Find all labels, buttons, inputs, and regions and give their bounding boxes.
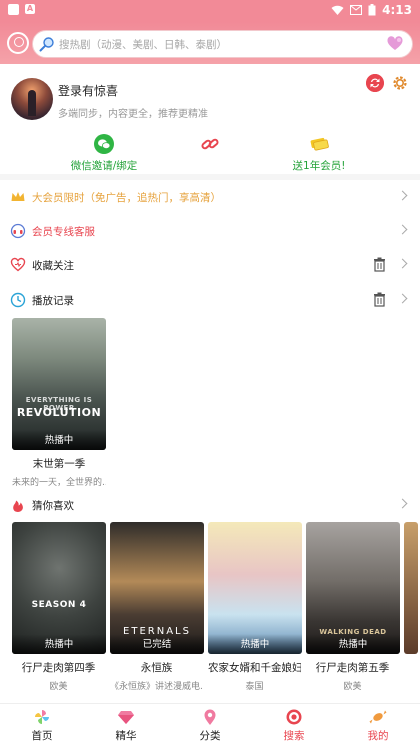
nav-category-label: 分类: [199, 730, 221, 742]
card-title: 永恒族: [140, 662, 173, 674]
vip-promo-row[interactable]: 大会员限时（免广告，追热门，享高清）: [0, 180, 420, 214]
card-subtitle: 泰国: [245, 682, 264, 692]
action-row: 微信邀请/绑定 送1年会员!: [0, 134, 420, 174]
poster-image: 热播中: [208, 522, 302, 654]
trash-icon[interactable]: [373, 292, 386, 307]
crown-icon: [11, 192, 25, 201]
nav-category[interactable]: 分类: [168, 708, 252, 743]
login-title[interactable]: 登录有惊喜: [58, 82, 118, 99]
history-label: 播放记录: [32, 295, 74, 307]
ticket-icon: [310, 137, 329, 151]
wechat-icon: [94, 134, 114, 154]
pin-icon: [204, 709, 216, 725]
recommendation-card[interactable]: 热播中 农家女婿和千金娘妇 泰国: [208, 522, 302, 692]
poster-image: SEASON 4 热播中: [12, 522, 106, 654]
battery-icon: [368, 4, 376, 16]
vip-service-row[interactable]: 会员专线客服: [0, 214, 420, 248]
nav-featured-label: 精华: [115, 730, 137, 742]
target-icon: [286, 709, 302, 725]
search-icon: [39, 37, 54, 52]
guess-label: 猜你喜欢: [32, 500, 74, 512]
recommendation-card[interactable]: WALKING DEAD 热播中 行尸走肉第五季 欧美: [306, 522, 400, 692]
chevron-right-icon: [397, 293, 408, 304]
nav-featured[interactable]: 精华: [84, 708, 168, 743]
card-subtitle: 未来的一天，全世界的...: [12, 478, 106, 488]
card-subtitle: 《永恒族》讲述漫威电...: [110, 682, 203, 692]
vip-promo-label: 大会员限时（免广告，追热门，享高清）: [32, 192, 221, 204]
card-subtitle: 欧美: [49, 682, 68, 692]
vip-gift-label: 送1年会员!: [292, 160, 346, 172]
wechat-invite-label: 微信邀请/绑定: [70, 160, 138, 172]
status-bar: A 4:13: [0, 0, 420, 22]
status-badge: 热播中: [12, 634, 106, 654]
nav-home-label: 首页: [31, 730, 53, 742]
card-title: 农家女婿和千金娘妇: [208, 662, 301, 674]
favorites-row[interactable]: 收藏关注: [0, 248, 420, 282]
candy-icon: [369, 710, 387, 724]
chevron-right-icon: [397, 224, 408, 235]
status-badge: 热播中: [208, 634, 302, 654]
user-avatar-icon[interactable]: [7, 32, 29, 54]
nav-home[interactable]: 首页: [0, 708, 84, 743]
history-item[interactable]: EVERYTHING IS POWER REVOLUTION 热播中 末世第一季…: [12, 318, 106, 488]
search-input[interactable]: 搜热剧（动漫、美剧、日韩、泰剧）: [59, 37, 227, 52]
vip-service-label: 会员专线客服: [32, 226, 95, 238]
clock-icon: [10, 292, 26, 308]
favorites-label: 收藏关注: [32, 260, 74, 272]
bottom-nav: 首页 精华 分类 搜索 我的: [0, 703, 420, 746]
status-badge: 已完结: [110, 634, 204, 654]
poster-image: ETERNALS 已完结: [110, 522, 204, 654]
card-title: 行尸走肉第四季: [21, 662, 96, 674]
link-button[interactable]: [198, 134, 222, 158]
gear-icon[interactable]: [391, 74, 409, 92]
poster-title: REVOLUTION: [16, 406, 102, 419]
nav-mine[interactable]: 我的: [336, 708, 420, 743]
pinwheel-icon: [35, 710, 49, 724]
header: 搜热剧（动漫、美剧、日韩、泰剧）: [0, 22, 420, 64]
gallery-icon: [8, 4, 19, 15]
mail-icon: [350, 5, 363, 15]
nav-mine-label: 我的: [367, 730, 389, 742]
avatar[interactable]: [11, 78, 53, 120]
wechat-invite-button[interactable]: 微信邀请/绑定: [62, 134, 146, 173]
chevron-right-icon: [397, 498, 408, 509]
status-badge: 热播中: [12, 430, 106, 450]
nav-search[interactable]: 搜索: [252, 708, 336, 743]
poster-image: WALKING DEAD 热播中: [306, 522, 400, 654]
history-row[interactable]: 播放记录: [0, 283, 420, 317]
recommendation-card[interactable]: ETERNALS 已完结 永恒族 《永恒族》讲述漫威电...: [110, 522, 204, 692]
profile-card: 登录有惊喜 多端同步，内容更全，推荐更精准 微信邀请/绑定 送1年会员!: [0, 64, 420, 174]
recommendation-card[interactable]: SEASON 4 热播中 行尸走肉第四季 欧美: [12, 522, 106, 692]
guess-row[interactable]: 猜你喜欢: [0, 488, 420, 522]
vip-gift-button[interactable]: 送1年会员!: [284, 134, 354, 173]
poster-title: SEASON 4: [31, 600, 87, 610]
login-subtitle: 多端同步，内容更全，推荐更精准: [58, 109, 208, 120]
gem-icon: [118, 711, 134, 724]
heart-outline-icon: [10, 257, 26, 272]
card-subtitle: 欧美: [343, 682, 362, 692]
chevron-right-icon: [397, 190, 408, 201]
card-title: 末世第一季: [32, 458, 86, 470]
chevron-right-icon: [397, 258, 408, 269]
link-icon: [201, 138, 219, 150]
card-title: 行尸走肉第五季: [315, 662, 390, 674]
clock: 4:13: [382, 3, 412, 17]
sync-icon[interactable]: [366, 74, 384, 92]
nav-search-label: 搜索: [283, 730, 305, 742]
fire-icon: [13, 500, 23, 512]
wifi-icon: [331, 5, 344, 15]
app-notification-icon: A: [25, 4, 35, 14]
poster-image: [404, 522, 418, 654]
heart-icon[interactable]: [386, 35, 404, 53]
recommendation-card-partial[interactable]: [404, 522, 418, 654]
trash-icon[interactable]: [373, 257, 386, 272]
poster-image: EVERYTHING IS POWER REVOLUTION 热播中: [12, 318, 106, 450]
headset-icon: [10, 223, 26, 239]
status-badge: 热播中: [306, 634, 400, 654]
search-bar[interactable]: 搜热剧（动漫、美剧、日韩、泰剧）: [32, 30, 413, 58]
recommendation-list: SEASON 4 热播中 行尸走肉第四季 欧美 ETERNALS 已完结 永恒族…: [12, 522, 420, 692]
